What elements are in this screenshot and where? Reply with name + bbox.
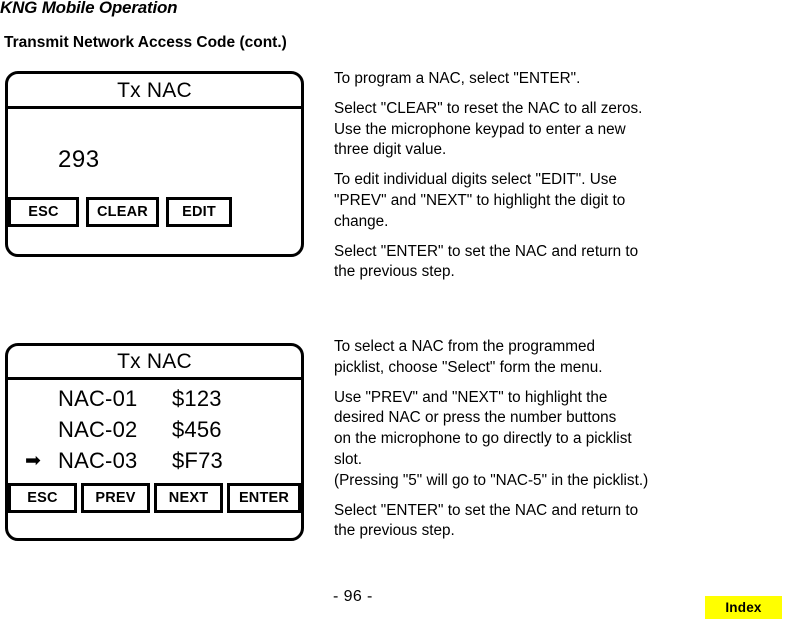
softkey-enter[interactable]: ENTER bbox=[227, 483, 301, 513]
instructions-block-edit: To program a NAC, select "ENTER". Select… bbox=[334, 69, 754, 283]
softkey-esc[interactable]: ESC bbox=[8, 197, 79, 227]
softkey-clear[interactable]: CLEAR bbox=[86, 197, 159, 227]
instruction-paragraph: Select "ENTER" to set the NAC and return… bbox=[334, 242, 639, 281]
nac-picklist: NAC-01 $123 NAC-02 $456 ➡ NAC-03 $F73 bbox=[8, 383, 301, 476]
lcd-screen-tx-nac-picklist: Tx NAC NAC-01 $123 NAC-02 $456 ➡ NAC-03 … bbox=[5, 343, 304, 541]
list-item-label: NAC-01 bbox=[58, 385, 138, 411]
lcd-title: Tx NAC bbox=[117, 350, 192, 373]
lcd-titlebar: Tx NAC bbox=[8, 74, 301, 109]
softkey-row: ESC PREV NEXT ENTER bbox=[8, 483, 301, 513]
instruction-paragraph: To select a NAC from the programmed pick… bbox=[334, 338, 603, 376]
softkey-prev[interactable]: PREV bbox=[81, 483, 151, 513]
instructions-block-picklist: To select a NAC from the programmed pick… bbox=[334, 337, 754, 542]
instruction-paragraph: Select "ENTER" to set the NAC and return… bbox=[334, 501, 639, 540]
lcd-titlebar: Tx NAC bbox=[8, 346, 301, 380]
list-item-label: NAC-03 bbox=[58, 447, 138, 473]
list-item[interactable]: NAC-02 $456 bbox=[8, 414, 301, 445]
instruction-paragraph: Select "CLEAR" to reset the NAC to all z… bbox=[334, 99, 643, 159]
list-item-label: NAC-02 bbox=[58, 416, 138, 442]
softkey-esc[interactable]: ESC bbox=[8, 483, 78, 513]
instruction-paragraph: To edit individual digits select "EDIT".… bbox=[334, 171, 626, 230]
softkey-next[interactable]: NEXT bbox=[154, 483, 224, 513]
instruction-paragraph: Use "PREV" and "NEXT" to highlight the d… bbox=[334, 388, 649, 489]
list-item-selected[interactable]: ➡ NAC-03 $F73 bbox=[8, 445, 301, 476]
nac-value: 293 bbox=[58, 146, 100, 173]
softkey-edit[interactable]: EDIT bbox=[166, 197, 232, 227]
list-item[interactable]: NAC-01 $123 bbox=[8, 383, 301, 414]
lcd-body: 293 ESC CLEAR EDIT bbox=[8, 106, 301, 254]
running-head: KNG Mobile Operation bbox=[0, 0, 178, 17]
softkey-row: ESC CLEAR EDIT bbox=[8, 197, 301, 227]
selection-arrow-icon: ➡ bbox=[25, 450, 41, 471]
instruction-paragraph: To program a NAC, select "ENTER". bbox=[334, 70, 581, 87]
list-item-value: $F73 bbox=[172, 447, 223, 473]
lcd-body: NAC-01 $123 NAC-02 $456 ➡ NAC-03 $F73 ES… bbox=[8, 378, 301, 538]
section-title: Transmit Network Access Code (cont.) bbox=[4, 34, 287, 51]
page-number: - 96 - bbox=[333, 588, 373, 605]
list-item-value: $456 bbox=[172, 416, 222, 442]
index-button[interactable]: Index bbox=[705, 596, 782, 619]
lcd-screen-tx-nac-edit: Tx NAC 293 ESC CLEAR EDIT bbox=[5, 71, 304, 257]
list-item-value: $123 bbox=[172, 385, 222, 411]
lcd-title: Tx NAC bbox=[117, 78, 192, 102]
